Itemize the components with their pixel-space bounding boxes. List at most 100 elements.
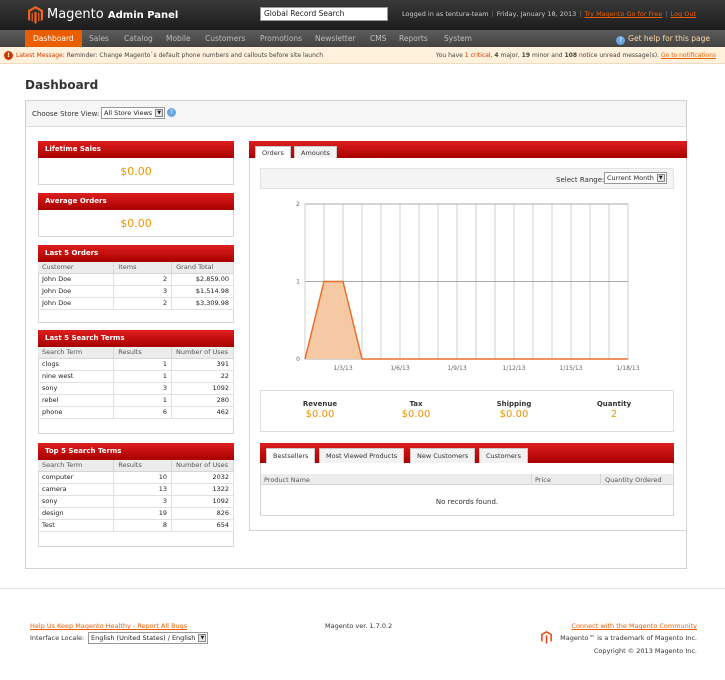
tab-new-customers[interactable]: New Customers [410,448,476,463]
table-row[interactable]: rebel 1 280 [38,394,235,407]
col-items[interactable]: Items [113,262,173,274]
range-label: Select Range: [556,176,605,184]
last-search-terms-title: Last 5 Search Terms [38,330,234,347]
go-to-notifications-link[interactable]: Go to notifications [661,52,716,59]
lifetime-sales-title: Lifetime Sales [38,141,234,158]
col-quantity-ordered[interactable]: Quantity Ordered [605,476,662,484]
store-view-select[interactable]: All Store Views ▼ [101,107,166,119]
nav-system[interactable]: System [444,30,472,47]
top-search-terms-table: Search Term Results Number of Uses compute… [38,460,235,532]
table-row[interactable]: John Doe 2 $3,309.98 [38,297,234,310]
alert-icon: ! [4,51,13,60]
tax-value: $0.00 [401,409,431,420]
revenue-label: Revenue [302,400,338,408]
quantity-value: 2 [610,409,618,420]
nav-mobile[interactable]: Mobile [166,30,191,47]
table-row[interactable]: computer 10 2032 [38,471,235,484]
tax-label: Tax [409,400,423,408]
top-search-terms-title: Top 5 Search Terms [38,443,234,460]
lifetime-sales-box: Lifetime Sales [38,141,234,185]
chart-y-axis: 0 1 2 [296,201,300,363]
try-magento-go-link[interactable]: Try Magento Go for Free [584,10,662,18]
table-row[interactable]: John Doe 2 $2,859.00 [38,273,234,286]
table-row[interactable]: camera 13 1322 [38,483,235,496]
store-help-icon[interactable]: ? [167,108,176,117]
nav-sales[interactable]: Sales [89,30,109,47]
date-text: Friday, January 18, 2013 [496,10,577,18]
revenue-value: $0.00 [305,409,335,420]
chart-x-axis: 1/3/13 1/6/13 1/9/13 1/12/13 1/15/13 1/18/13 [333,365,639,372]
store-view-label: Choose Store View: [32,110,100,118]
latest-message: Latest Message: Reminder: Change Magento… [16,52,324,59]
tab-bestsellers[interactable]: Bestsellers [266,448,316,463]
products-grid [260,463,674,516]
table-row[interactable]: phone 6 462 [38,406,235,419]
col-results[interactable]: Results [113,347,172,359]
x-tick-label: 1/12/13 [502,365,525,372]
col-price[interactable]: Price [535,476,551,484]
nav-catalog[interactable]: Catalog [124,30,153,47]
x-tick-label: 1/6/13 [390,365,409,372]
chevron-down-icon: ▼ [198,634,207,642]
table-row[interactable]: John Doe 3 $1,514.98 [38,285,234,298]
y-tick-label: 0 [296,356,300,363]
help-label: Get help for this page [628,34,710,43]
page-title: Dashboard [25,78,99,92]
table-row[interactable]: Test 8 654 [38,519,235,532]
locale-label: Interface Locale: [30,634,85,642]
col-customer[interactable]: Customer [38,262,115,274]
nav-reports[interactable]: Reports [399,30,428,47]
last-search-terms-table: Search Term Results Number of Uses clogs 1 3… [38,347,235,419]
y-tick-label: 1 [296,279,300,286]
quantity-label: Quantity [596,400,632,408]
col-product-name[interactable]: Product Name [264,476,310,484]
last-orders-table: Customer Items Grand Total John Doe 2 $2,859… [38,262,234,310]
notification-summary: You have 1 critical, 4 major, 19 minor a… [435,52,716,59]
tab-customers[interactable]: Customers [479,448,528,463]
version-text: Magento ver. 1.7.0.2 [325,622,393,630]
col-search-term[interactable]: Search Term [38,347,115,359]
x-tick-label: 1/15/13 [559,365,582,372]
table-row[interactable]: clogs 1 391 [38,358,235,371]
report-bugs-link[interactable]: Help Us Keep Magento Healthy - Report Al… [30,622,187,630]
shipping-value: $0.00 [499,409,529,420]
global-search-input[interactable]: Global Record Search [260,7,388,21]
nav-promotions[interactable]: Promotions [260,30,302,47]
col-grand-total[interactable]: Grand Total [171,262,234,274]
last-orders-title: Last 5 Orders [38,245,234,262]
magento-footer-logo-icon [541,631,552,644]
locale-select[interactable]: English (United States) / English ▼ [88,632,209,644]
range-select[interactable]: Current Month ▼ [604,172,667,184]
trademark-text: Magento™ is a trademark of Magento Inc. [560,634,697,642]
average-orders-title: Average Orders [38,193,234,210]
col-results[interactable]: Results [113,460,172,472]
logout-link[interactable]: Log Out [671,10,696,18]
logo-text: Magento Admin Panel [47,7,179,22]
nav-cms[interactable]: CMS [370,30,386,47]
nav-dashboard[interactable]: Dashboard [25,30,82,47]
nav-customers[interactable]: Customers [205,30,245,47]
x-tick-label: 1/3/13 [333,365,352,372]
average-orders-box: Average Orders [38,193,234,237]
column-divider [531,474,532,485]
table-row[interactable]: design 19 826 [38,507,235,520]
tab-most-viewed-products[interactable]: Most Viewed Products [319,448,405,463]
empty-grid-message: No records found. [435,498,499,506]
chevron-down-icon: ▼ [155,109,164,117]
community-link[interactable]: Connect with the Magento Community [571,622,697,630]
table-row[interactable]: sony 3 1092 [38,495,235,508]
col-number-of-uses[interactable]: Number of Uses [171,347,235,359]
magento-logo-icon [28,6,43,24]
lifetime-sales-value: $0.00 [120,165,152,178]
nav-newsletter[interactable]: Newsletter [315,30,356,47]
col-search-term[interactable]: Search Term [38,460,115,472]
table-row[interactable]: nine west 1 22 [38,370,235,383]
table-row[interactable]: sony 3 1092 [38,382,235,395]
col-number-of-uses[interactable]: Number of Uses [171,460,235,472]
help-link[interactable]: ? Get help for this page [616,30,710,47]
shipping-label: Shipping [496,400,532,408]
orders-chart: 0 1 2 1/3/13 1/6/13 1/9/13 1/12/13 1/15/13 1/18… [296,201,640,372]
x-tick-label: 1/9/13 [447,365,466,372]
column-divider [600,474,601,485]
help-icon: ? [616,36,626,45]
